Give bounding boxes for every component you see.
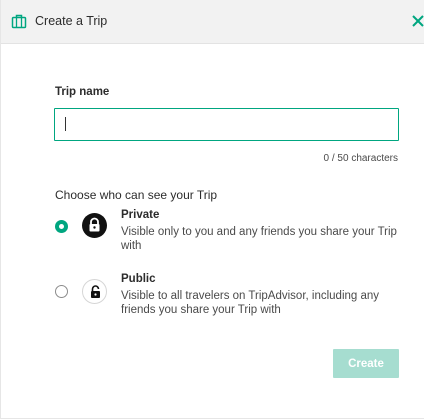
text-cursor — [65, 117, 66, 131]
public-radio[interactable] — [55, 285, 68, 298]
public-option-description: Visible to all travelers on TripAdvisor,… — [121, 290, 380, 316]
dialog-title: Create a Trip — [35, 14, 108, 28]
suitcase-icon — [11, 14, 27, 29]
trip-name-input[interactable] — [54, 108, 399, 141]
private-radio[interactable] — [55, 220, 68, 233]
character-counter: 0 / 50 characters — [323, 153, 398, 164]
lock-icon — [82, 213, 107, 238]
public-option-title: Public — [121, 273, 156, 285]
create-trip-dialog: Create a Trip Trip name 0 / 50 character… — [0, 0, 424, 419]
dialog-header: Create a Trip — [1, 0, 424, 44]
visibility-option-public[interactable]: Public Visible to all travelers on TripA… — [51, 272, 401, 324]
unlock-icon — [82, 279, 107, 304]
close-icon[interactable] — [411, 12, 424, 30]
create-button[interactable]: Create — [333, 349, 399, 378]
private-option-description: Visible only to you and any friends you … — [121, 226, 397, 252]
visibility-heading: Choose who can see your Trip — [55, 188, 218, 202]
private-option-title: Private — [121, 209, 160, 221]
trip-name-label: Trip name — [55, 86, 110, 98]
visibility-option-private[interactable]: Private Visible only to you and any frie… — [51, 208, 401, 258]
